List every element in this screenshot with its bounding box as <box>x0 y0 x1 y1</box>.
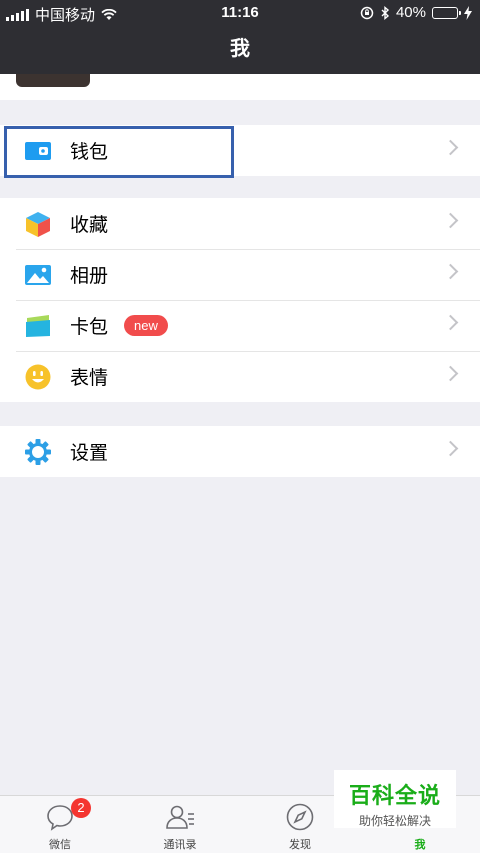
menu-item-settings[interactable]: 设置 <box>0 426 480 477</box>
menu-item-stickers[interactable]: 表情 <box>0 351 480 402</box>
unread-badge: 2 <box>71 798 91 818</box>
smiley-icon <box>24 363 52 391</box>
nav-bar: 我 <box>0 26 480 74</box>
tab-label: 发现 <box>289 839 311 851</box>
battery-icon <box>432 6 461 19</box>
menu-item-favorites[interactable]: 收藏 <box>0 198 480 249</box>
menu-label: 设置 <box>70 443 109 464</box>
card-package-icon <box>24 312 52 340</box>
album-icon <box>24 261 52 289</box>
rotation-lock-icon <box>360 6 374 19</box>
wallet-highlight-box <box>4 126 234 178</box>
tab-label: 我 <box>414 839 426 851</box>
menu-item-album[interactable]: 相册 <box>0 249 480 300</box>
tab-chats[interactable]: 2 微信 <box>0 796 120 853</box>
page-title: 我 <box>230 38 250 60</box>
bluetooth-icon <box>381 5 390 20</box>
favorites-cube-icon <box>24 210 52 238</box>
watermark: 百科全说 助你轻松解决 <box>334 770 456 828</box>
tab-label: 微信 <box>49 839 71 851</box>
battery-percent: 40% <box>395 4 426 21</box>
status-bar: 中国移动 11:16 40% <box>0 0 480 26</box>
new-badge: new <box>124 315 168 336</box>
chevron-right-icon <box>442 440 459 457</box>
contacts-icon <box>166 805 194 829</box>
gear-icon <box>24 438 52 466</box>
tab-label: 通讯录 <box>163 839 197 851</box>
chevron-right-icon <box>442 263 459 280</box>
watermark-title: 百科全说 <box>348 783 441 808</box>
profile-header[interactable] <box>0 74 480 100</box>
chevron-right-icon <box>442 365 459 382</box>
tab-contacts[interactable]: 通讯录 <box>120 796 240 853</box>
menu-label: 相册 <box>70 266 109 287</box>
menu-item-cards[interactable]: 卡包 new <box>0 300 480 351</box>
menu-label: 收藏 <box>70 215 109 236</box>
settings-group: 设置 <box>0 426 480 477</box>
compass-icon <box>286 803 314 831</box>
menu-label: 表情 <box>70 368 109 389</box>
status-right: 40% <box>360 4 472 21</box>
avatar[interactable] <box>16 74 90 87</box>
chevron-right-icon <box>442 139 459 156</box>
menu-label: 卡包 <box>70 317 109 338</box>
charging-icon <box>464 5 472 20</box>
chevron-right-icon <box>442 212 459 229</box>
content-group: 收藏 相册 卡包 new 表情 <box>0 198 480 402</box>
watermark-subtitle: 助你轻松解决 <box>358 814 431 828</box>
chevron-right-icon <box>442 314 459 331</box>
